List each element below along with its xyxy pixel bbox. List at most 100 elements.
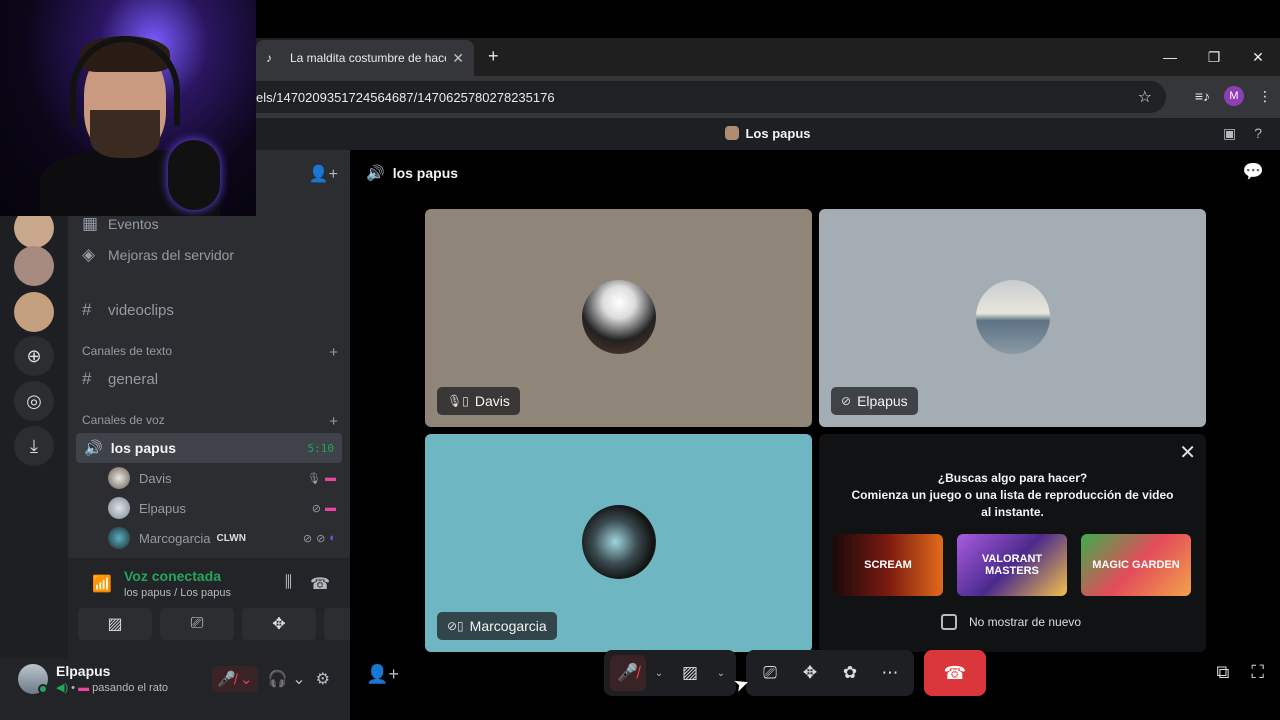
server-avatar-icon (725, 126, 740, 140)
invite-members-icon[interactable]: 👤+ (309, 164, 338, 184)
bookmark-star-icon[interactable]: ☆ (1138, 87, 1152, 107)
screen-share-button[interactable]: ⎚ (752, 655, 788, 691)
voice-connected-panel: 📶 Voz conectada los papus / Los papus ⫼ … (68, 558, 398, 658)
help-icon[interactable]: ? (1254, 125, 1262, 142)
stage-header: 🔊 los papus (366, 165, 459, 182)
more-options-button[interactable]: ⋯ (872, 655, 908, 691)
server-icon-dog-2[interactable] (14, 292, 54, 332)
channel-general[interactable]: # general (82, 369, 158, 389)
camera-toggle-button[interactable]: ▨ (78, 608, 152, 640)
close-window-button[interactable]: ✕ (1236, 38, 1280, 76)
boost-icon: ◈ (82, 245, 96, 264)
participant-label: 🎙▯ Davis (437, 387, 520, 415)
mic-muted-icon: ⊘ (841, 394, 852, 408)
mic-muted-icon: ⊘ (302, 532, 313, 545)
voice-status[interactable]: Voz conectada (124, 568, 221, 584)
hash-icon: # (82, 369, 92, 388)
media-controls-icon[interactable]: ≡♪ (1195, 88, 1210, 104)
voice-member[interactable]: Elpapus ⊘ ▬ (108, 495, 336, 521)
voice-member[interactable]: Davis 🎙 ▬ (108, 465, 336, 491)
noise-suppression-icon[interactable]: ⫼ (285, 574, 292, 594)
participant-avatar (581, 280, 656, 354)
dont-show-again[interactable]: No mostrar de nuevo (941, 614, 1081, 630)
discord-titlebar: Los papus ▣ ? (256, 118, 1280, 150)
game-card-valorant[interactable]: VALORANT MASTERS (957, 534, 1067, 596)
user-panel: Elpapus ◀) • ▬ pasando el rato 🎤̸ ⌄ 🎧 ⌄ … (0, 658, 350, 720)
mic-off-icon: 🎙 (307, 472, 321, 485)
add-channel-icon[interactable]: + (329, 413, 338, 430)
participant-avatar (975, 280, 1050, 354)
online-status-icon (38, 684, 48, 694)
minimize-button[interactable]: — (1148, 38, 1192, 76)
explore-icon[interactable]: ◎ (14, 381, 54, 421)
add-channel-icon[interactable]: + (329, 344, 338, 361)
browser-tab[interactable]: ♪ La maldita costumbre de hacer ✕ (256, 40, 474, 76)
chevron-down-icon[interactable]: ⌄ (650, 668, 668, 679)
voice-timer: 5:10 (307, 441, 335, 455)
camera-off-icon: ⊘ (316, 532, 326, 545)
participant-tile[interactable]: 🎙▯ Davis (425, 209, 812, 427)
avatar (108, 497, 130, 519)
pop-out-icon[interactable]: ⧉ (1217, 662, 1230, 683)
participant-tile[interactable]: ⊘ Elpapus (819, 209, 1206, 427)
voice-location[interactable]: los papus / Los papus (124, 587, 231, 599)
channel-videoclips[interactable]: # videoclips (82, 300, 174, 320)
avatar (108, 467, 130, 489)
checkbox[interactable] (941, 614, 957, 630)
browser-tabbar: ♪ La maldita costumbre de hacer ✕ + — ❐ … (256, 38, 1280, 76)
category-voice[interactable]: Canales de voz + (82, 413, 338, 430)
inbox-icon[interactable]: ▣ (1223, 125, 1236, 142)
participant-tile[interactable]: ⊘▯ Marcogarcia (425, 434, 812, 652)
chat-bubble-icon[interactable]: 💬 (1243, 162, 1264, 182)
fullscreen-icon[interactable]: ⛶ (1251, 662, 1264, 683)
add-server-icon[interactable]: ⊕ (14, 336, 54, 376)
call-controls: 🎤̸ ⌄ ▨ ⌄ ⎚ ✥ ✿ ⋯ ☎ (604, 650, 986, 696)
mic-muted-icon: ⊘ (311, 502, 321, 515)
actions-group: ⎚ ✥ ✿ ⋯ (746, 650, 914, 696)
mute-mic-button[interactable]: 🎤̸ (610, 655, 646, 691)
webcam-microphone (168, 140, 220, 210)
voice-stage: 🔊 los papus 💬 🎙▯ Davis ⊘ Elpapus ⊘▯ Marcoga… (350, 150, 1280, 720)
tab-title: La maldita costumbre de hacer (290, 51, 447, 65)
headphones-icon[interactable]: 🎧 ⌄ (268, 669, 306, 689)
browser-menu-icon[interactable]: ⋮ (1258, 88, 1272, 105)
voice-channel-active[interactable]: 🔊 los papus 5:10 (76, 433, 342, 463)
settings-gear-icon[interactable]: ⚙ (316, 669, 330, 689)
invite-icon[interactable]: 👤+ (366, 664, 399, 685)
category-text[interactable]: Canales de texto + (82, 344, 338, 361)
activity-promo-card: ✕ ¿Buscas algo para hacer? Comienza un j… (819, 434, 1206, 652)
activities-button[interactable]: ✥ (792, 655, 828, 691)
window-controls: — ❐ ✕ (1148, 38, 1280, 76)
close-tab-icon[interactable]: ✕ (452, 50, 464, 67)
clan-tag: CLWN (216, 532, 246, 544)
disconnect-icon[interactable]: ☎ (310, 574, 330, 594)
soundboard-button[interactable]: ✿ (832, 655, 868, 691)
address-bar[interactable]: els/1470209351724564687/1470625780278235… (256, 81, 1166, 113)
server-icon-person[interactable] (14, 246, 54, 286)
restore-button[interactable]: ❐ (1192, 38, 1236, 76)
device-icon: ▬ (325, 471, 336, 484)
game-card-magic-garden[interactable]: MAGIC GARDEN (1081, 534, 1191, 596)
browser-toolbar: els/1470209351724564687/1470625780278235… (256, 76, 1280, 118)
mic-phone-icon: 🎙▯ (447, 394, 469, 408)
username[interactable]: Elpapus (56, 663, 110, 679)
webcam-overlay (0, 0, 256, 216)
close-icon[interactable]: ✕ (1179, 440, 1196, 465)
voice-member[interactable]: Marcogarcia CLWN ⊘ ⊘ ◐ (108, 525, 336, 551)
avatar (108, 527, 130, 549)
server-title: Los papus (256, 126, 1280, 141)
download-icon[interactable]: ⤓ (14, 426, 54, 466)
activities-button[interactable]: ✥ (242, 608, 316, 640)
channel-eventos[interactable]: ▦ Eventos (82, 214, 159, 234)
channel-mejoras[interactable]: ◈ Mejoras del servidor (82, 245, 234, 265)
profile-avatar[interactable]: M (1224, 86, 1244, 106)
chevron-down-icon[interactable]: ⌄ (712, 668, 730, 679)
calendar-icon: ▦ (82, 214, 99, 233)
game-card-scream[interactable]: SCREAM (833, 534, 943, 596)
mute-mic-button[interactable]: 🎤̸ ⌄ (211, 666, 258, 692)
hang-up-button[interactable]: ☎ (924, 650, 986, 696)
screen-share-button[interactable]: ⎚ (160, 608, 234, 640)
user-status: ◀) • ▬ pasando el rato (56, 682, 168, 694)
camera-off-button[interactable]: ▨ (672, 655, 708, 691)
new-tab-button[interactable]: + (488, 46, 499, 67)
